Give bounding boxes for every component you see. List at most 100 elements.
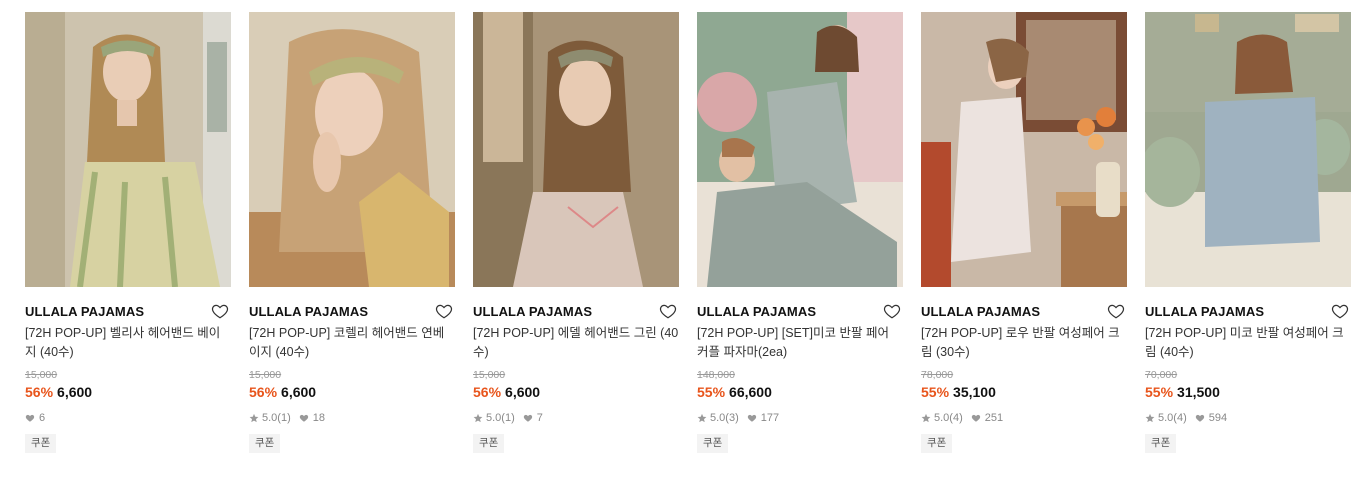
brand-name: ULLALA PAJAMAS [921,304,1041,319]
original-price: 148,000 [697,369,735,381]
brand-name: ULLALA PAJAMAS [25,304,145,319]
coupon-badge: 쿠폰 [25,434,57,453]
coupon-badge: 쿠폰 [473,434,505,453]
like-count: 177 [760,412,780,424]
product-name[interactable]: [72H POP-UP] 미코 반팔 여성페어 크림 (40수) [1145,324,1351,362]
original-price: 15,000 [473,369,506,381]
sale-price: 6,600 [505,384,541,400]
like-count: 18 [312,412,325,424]
heart-filled-icon [523,414,532,422]
product-meta: 5.0 (1) 7 [473,411,679,425]
product-card: ULLALA PAJAMAS [72H POP-UP] 로우 반팔 여성페어 크… [921,12,1127,453]
like-count: 594 [1208,412,1228,424]
like-count: 251 [984,412,1004,424]
brand-name: ULLALA PAJAMAS [1145,304,1265,319]
product-name[interactable]: [72H POP-UP] 코렐리 헤어밴드 연베이지 (40수) [249,324,455,362]
product-name[interactable]: [72H POP-UP] 벨리사 헤어밴드 베이지 (40수) [25,324,231,362]
product-image-link[interactable] [921,12,1127,287]
brand-name: ULLALA PAJAMAS [697,304,817,319]
price-row: 55% 66,600 [697,383,903,401]
product-image [25,12,231,287]
brand-name: ULLALA PAJAMAS [249,304,369,319]
price-row: 56% 6,600 [25,383,231,401]
coupon-badge: 쿠폰 [1145,434,1177,453]
product-meta: 6 [25,411,231,425]
brand-name: ULLALA PAJAMAS [473,304,593,319]
product-name[interactable]: [72H POP-UP] [SET]미코 반팔 페어 커플 파자마(2ea) [697,324,903,362]
heart-outline-icon[interactable] [883,302,901,320]
heart-filled-icon [1195,414,1204,422]
product-meta: 5.0 (4) 251 [921,411,1127,425]
discount-rate: 56% [473,384,502,400]
coupon-badge: 쿠폰 [921,434,953,453]
sale-price: 6,600 [281,384,317,400]
review-count: (1) [277,412,291,424]
coupon-badge: 쿠폰 [697,434,729,453]
heart-filled-icon [25,414,35,422]
star-icon [249,413,259,423]
product-card: ULLALA PAJAMAS [72H POP-UP] 벨리사 헤어밴드 베이지… [25,12,231,453]
brand-row: ULLALA PAJAMAS [1145,302,1351,322]
price-row: 56% 6,600 [473,383,679,401]
heart-outline-icon[interactable] [211,302,229,320]
star-icon [473,413,483,423]
product-meta: 5.0 (3) 177 [697,411,903,425]
review-count: (3) [725,412,739,424]
product-image-link[interactable] [473,12,679,287]
brand-row: ULLALA PAJAMAS [473,302,679,322]
product-image-link[interactable] [697,12,903,287]
heart-outline-icon[interactable] [1107,302,1125,320]
original-price: 70,000 [1145,369,1178,381]
original-price: 78,000 [921,369,954,381]
product-image-link[interactable] [249,12,455,287]
review-count: (4) [949,412,963,424]
product-card: ULLALA PAJAMAS [72H POP-UP] 미코 반팔 여성페어 크… [1145,12,1351,453]
brand-row: ULLALA PAJAMAS [25,302,231,322]
heart-outline-icon[interactable] [435,302,453,320]
heart-filled-icon [971,414,980,422]
discount-rate: 55% [1145,384,1174,400]
discount-rate: 55% [697,384,726,400]
rating: 5.0 [710,412,726,424]
product-meta: 5.0 (4) 594 [1145,411,1351,425]
sale-price: 31,500 [1177,384,1220,400]
product-grid: ULLALA PAJAMAS [72H POP-UP] 벨리사 헤어밴드 베이지… [25,12,1360,453]
product-image [1145,12,1351,287]
star-icon [697,413,707,423]
heart-filled-icon [299,414,308,422]
heart-outline-icon[interactable] [1331,302,1349,320]
product-name[interactable]: [72H POP-UP] 로우 반팔 여성페어 크림 (30수) [921,324,1127,362]
product-card: ULLALA PAJAMAS [72H POP-UP] [SET]미코 반팔 페… [697,12,903,453]
product-meta: 5.0 (1) 18 [249,411,455,425]
product-card: ULLALA PAJAMAS [72H POP-UP] 에델 헤어밴드 그린 (… [473,12,679,453]
brand-row: ULLALA PAJAMAS [921,302,1127,322]
coupon-badge: 쿠폰 [249,434,281,453]
rating: 5.0 [262,412,278,424]
product-image-link[interactable] [25,12,231,287]
star-icon [921,413,931,423]
price-row: 55% 31,500 [1145,383,1351,401]
sale-price: 35,100 [953,384,996,400]
review-count: (1) [501,412,515,424]
product-image [473,12,679,287]
discount-rate: 56% [249,384,278,400]
sale-price: 66,600 [729,384,772,400]
product-name[interactable]: [72H POP-UP] 에델 헤어밴드 그린 (40수) [473,324,679,362]
rating: 5.0 [1158,412,1174,424]
original-price: 15,000 [25,369,58,381]
price-row: 55% 35,100 [921,383,1127,401]
brand-row: ULLALA PAJAMAS [249,302,455,322]
review-count: (4) [1173,412,1187,424]
product-image-link[interactable] [1145,12,1351,287]
discount-rate: 56% [25,384,54,400]
price-row: 56% 6,600 [249,383,455,401]
original-price: 15,000 [249,369,282,381]
star-icon [1145,413,1155,423]
product-image [921,12,1127,287]
sale-price: 6,600 [57,384,93,400]
heart-outline-icon[interactable] [659,302,677,320]
like-count: 6 [39,412,46,424]
product-image [697,12,903,287]
heart-filled-icon [747,414,756,422]
like-count: 7 [536,412,543,424]
